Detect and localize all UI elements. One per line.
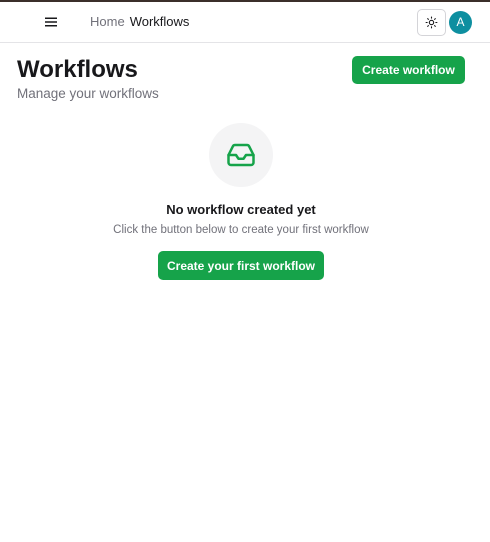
theme-toggle-button[interactable] [417,9,446,36]
inbox-icon [227,143,255,167]
page-subtitle: Manage your workflows [17,86,159,101]
create-first-workflow-button[interactable]: Create your first workflow [158,251,324,280]
empty-state-title: No workflow created yet [166,202,316,217]
create-workflow-button[interactable]: Create workflow [352,56,465,84]
top-header: Home Workflows A [0,2,490,43]
page-title: Workflows [17,56,138,83]
breadcrumb-home-link[interactable]: Home [90,14,125,30]
sun-icon [425,16,438,29]
breadcrumb: Home Workflows [90,14,189,30]
empty-state-icon-circle [209,123,273,187]
empty-state-description: Click the button below to create your fi… [113,224,369,236]
sidebar-toggle-button[interactable] [40,11,62,33]
hamburger-menu-icon [45,17,57,27]
user-avatar[interactable]: A [449,11,472,34]
breadcrumb-current: Workflows [129,14,190,29]
